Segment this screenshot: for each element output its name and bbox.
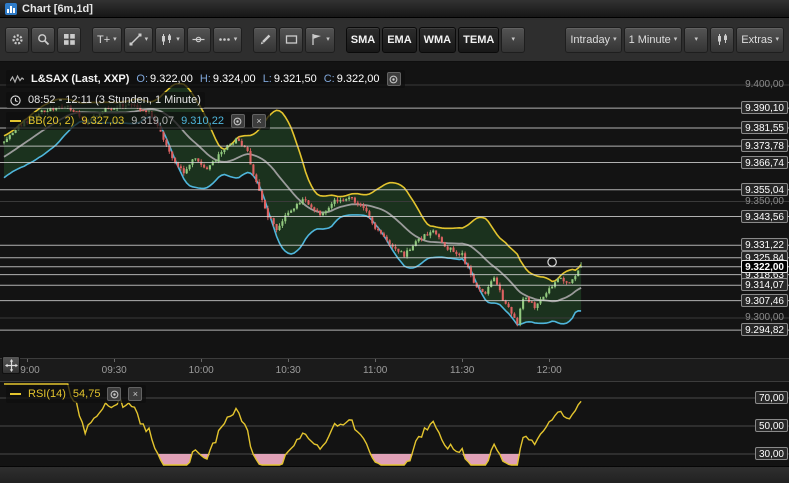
interval-label: 1 Minute (629, 34, 671, 46)
chart-type-icon (160, 33, 173, 46)
caret-down-icon: ▾ (326, 36, 330, 43)
rsi-scale-label: 30,00 (755, 447, 788, 460)
price-line-label[interactable]: 9.331,22 (741, 238, 788, 251)
time-label: 09:30 (102, 365, 127, 376)
candle-style-button[interactable] (710, 27, 734, 53)
magnifier-icon (37, 33, 50, 46)
time-tick (27, 359, 28, 362)
chart-window: Chart [6m,1d] T+ ▾ ▾ ▾ ▾ (0, 0, 789, 483)
caret-down-icon: ▾ (176, 36, 180, 43)
interval-dropdown[interactable]: 1 Minute ▾ (624, 27, 683, 53)
price-line-label[interactable]: 9.294,82 (741, 323, 788, 336)
rsi-panel[interactable]: RSI(14) 54,75 × 70,00 50,00 30,00 (0, 381, 789, 466)
annotation-tool-button[interactable]: ▾ (305, 27, 335, 53)
rsi-info-row: RSI(14) 54,75 × (6, 385, 146, 403)
trendline-tool-button[interactable]: ▾ (124, 27, 154, 53)
caret-down-icon: ▾ (234, 36, 238, 43)
main-chart-canvas[interactable] (0, 62, 789, 358)
rsi-visibility-toggle[interactable] (107, 387, 121, 401)
wma-button[interactable]: WMA (419, 27, 457, 53)
bottom-bar (0, 466, 789, 483)
title-bar: Chart [6m,1d] (0, 0, 789, 18)
time-tick (549, 359, 550, 362)
caret-down-icon: ▾ (145, 36, 149, 43)
price-line-label[interactable]: 9.381,55 (741, 121, 788, 134)
eye-icon (389, 75, 398, 84)
shape-tool-button[interactable] (279, 27, 303, 53)
pencil-icon (259, 33, 272, 46)
sma-button[interactable]: SMA (346, 27, 380, 53)
rsi-scale-label: 50,00 (755, 419, 788, 432)
rectangle-icon (285, 33, 298, 46)
rsi-oversold-fill (4, 454, 581, 465)
bb-visibility-toggle[interactable] (231, 114, 245, 128)
caret-down-icon: ▾ (674, 36, 678, 43)
price-line-label[interactable]: 9.314,07 (741, 278, 788, 291)
more-tools-button[interactable]: ▾ (213, 27, 243, 53)
pan-tool-button[interactable] (2, 356, 20, 374)
eye-icon (233, 117, 242, 126)
eye-icon (110, 390, 119, 399)
time-label: 10:30 (276, 365, 301, 376)
tema-button[interactable]: TEMA (458, 27, 499, 53)
text-tool-button[interactable]: T+ ▾ (92, 27, 122, 53)
crosshair-icon (192, 33, 205, 46)
move-arrows-icon (5, 359, 18, 372)
time-tick (462, 359, 463, 362)
trendline-icon (129, 33, 142, 46)
current-price-label: 9.322,00 (741, 260, 788, 273)
caret-down-icon: ▾ (113, 36, 117, 43)
price-line-label[interactable]: 9.390,10 (741, 101, 788, 114)
time-tick (375, 359, 376, 362)
series-visibility-toggle[interactable] (387, 72, 401, 86)
window-title: Chart [6m,1d] (22, 3, 93, 15)
ellipsis-icon (218, 33, 231, 46)
grid-icon (63, 33, 76, 46)
time-label: 11:00 (363, 365, 387, 376)
price-line-label[interactable]: 9.343,56 (741, 210, 788, 223)
caret-down-icon: ▾ (613, 36, 617, 43)
rsi-value: 54,75 (73, 388, 101, 400)
indicators-dropdown-button[interactable]: ▾ (501, 27, 525, 53)
timeframe-dropdown[interactable]: Intraday ▾ (565, 27, 621, 53)
extras-label: Extras (741, 34, 772, 46)
chart-toolbar: T+ ▾ ▾ ▾ ▾ ▾ SMA EMA WMA (0, 18, 789, 62)
zoom-button[interactable] (31, 27, 55, 53)
price-line-label[interactable]: 9.307,46 (741, 294, 788, 307)
time-label: 11:30 (450, 365, 474, 376)
price-line-label[interactable]: 9.373,78 (741, 139, 788, 152)
extras-dropdown[interactable]: Extras ▾ (736, 27, 784, 53)
caret-down-icon: ▾ (512, 36, 516, 43)
text-tool-label: T+ (97, 34, 110, 46)
circle-annotation[interactable] (548, 258, 556, 266)
crosshair-tool-button[interactable] (187, 27, 211, 53)
main-chart-panel[interactable]: 9.400,009.350,009.300,009.390,109.381,55… (0, 62, 789, 358)
timeframe-label: Intraday (570, 34, 610, 46)
chart-app-icon (5, 3, 17, 15)
time-axis[interactable]: 09:0009:3010:0010:3011:0011:3012:00 (0, 358, 789, 381)
time-label: 12:00 (537, 365, 562, 376)
time-tick (288, 359, 289, 362)
chart-type-button[interactable]: ▾ (155, 27, 185, 53)
draw-tool-button[interactable] (253, 27, 277, 53)
ema-button[interactable]: EMA (382, 27, 416, 53)
caret-down-icon: ▾ (775, 36, 779, 43)
time-label: 10:00 (189, 365, 214, 376)
price-line-label[interactable]: 9.355,04 (741, 183, 788, 196)
gear-icon (11, 33, 24, 46)
candlestick-icon (716, 33, 729, 46)
rsi-color-swatch (10, 393, 21, 395)
caret-down-icon: ▾ (695, 36, 699, 43)
rsi-label: RSI(14) (28, 388, 66, 400)
flag-icon (310, 33, 323, 46)
interval-options-button[interactable]: ▾ (684, 27, 708, 53)
rsi-close-button[interactable]: × (128, 387, 142, 401)
price-line-label[interactable]: 9.366,74 (741, 156, 788, 169)
time-tick (201, 359, 202, 362)
rsi-scale-label: 70,00 (755, 391, 788, 404)
layout-grid-button[interactable] (57, 27, 81, 53)
time-tick (114, 359, 115, 362)
settings-button[interactable] (5, 27, 29, 53)
bb-close-button[interactable]: × (252, 114, 266, 128)
